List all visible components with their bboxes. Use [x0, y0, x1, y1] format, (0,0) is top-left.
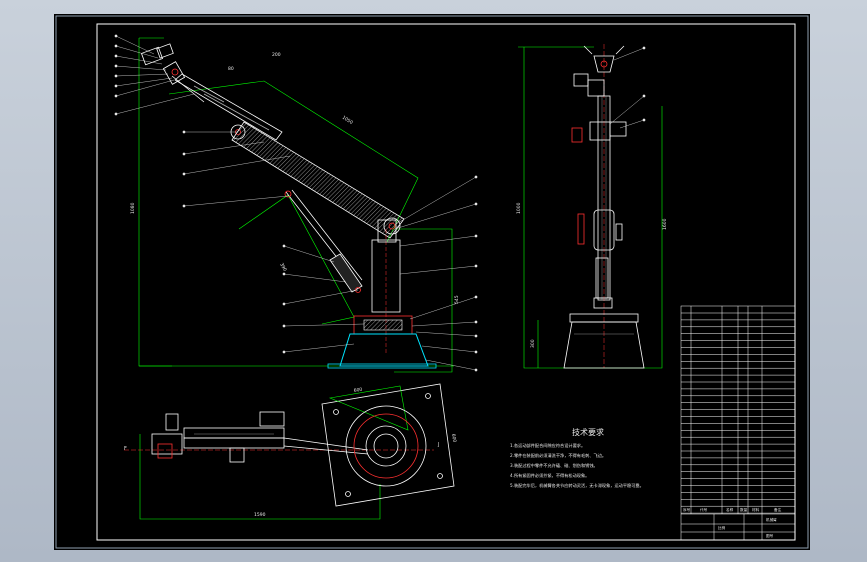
drawing-border — [96, 23, 796, 541]
title-label-code: 代号 — [700, 507, 708, 512]
technical-requirement-5: 5.装配完毕后，机械臂各关节应转动灵活，无卡滞现象，运动平稳可靠。 — [510, 482, 644, 489]
technical-requirement-3: 3.装配过程中零件不允许磕、碰、划伤和锈蚀。 — [510, 462, 598, 469]
dim-overall-height: 1080 — [130, 202, 136, 214]
dim-side-base: 300 — [530, 339, 536, 348]
bolt-hole-3 — [437, 473, 443, 479]
dim-side-column: 1000 — [516, 202, 522, 214]
side-arm-column — [571, 95, 627, 309]
title-label-name: 名称 — [726, 507, 734, 512]
side-view-callouts — [609, 46, 646, 129]
drawing-sheet[interactable]: 1080 1050 390 545 80 200 1000 1600 300 F… — [54, 14, 810, 550]
section-mark-f: F — [124, 446, 127, 452]
dim-base-depth: 600 — [450, 433, 457, 443]
turntable-inner-ring — [353, 413, 419, 479]
dim-gripper-offset: 80 — [228, 66, 234, 72]
technical-requirements: 技术要求 1.各运动部件配合间隙应符合设计要求。 2.零件在装配前必须清洗干净，… — [510, 427, 644, 489]
title-label-scale: 比例 — [718, 525, 726, 530]
turntable-outer-ring — [345, 405, 427, 487]
title-label-drawing-no: 图号 — [766, 533, 774, 538]
title-block — [681, 513, 795, 540]
part-callouts-right — [395, 175, 478, 372]
cad-viewport[interactable]: 1080 1050 390 545 80 200 1000 1600 300 F… — [0, 0, 867, 562]
forearm-link — [174, 73, 283, 141]
top-view: F J 1590 600 600 — [124, 383, 457, 520]
turntable-core — [365, 425, 407, 467]
parts-list-table — [680, 305, 796, 541]
sheet-outer-frame — [55, 15, 809, 549]
pedestal-base — [339, 333, 429, 367]
column-dimension-line — [394, 228, 453, 373]
dim-side-overall: 1600 — [662, 218, 668, 230]
dim-top-length: 1590 — [254, 512, 266, 518]
bolt-hole-1 — [333, 409, 339, 415]
dim-shoulder-offset: 200 — [272, 52, 281, 58]
technical-requirement-2: 2.零件在装配前必须清洗干净，不得有毛刺、飞边。 — [510, 452, 606, 459]
technical-requirements-title: 技术要求 — [572, 427, 604, 437]
height-dimension-line — [138, 38, 172, 367]
drawing-title: 机械臂 — [766, 517, 777, 522]
technical-requirement-1: 1.各运动部件配合间隙应符合设计要求。 — [510, 442, 585, 449]
rotated-base-plate — [321, 383, 455, 507]
title-label-material: 材料 — [752, 507, 760, 512]
section-mark-j: J — [437, 442, 439, 448]
bolt-hole-2 — [425, 393, 431, 399]
front-view — [138, 37, 454, 373]
top-view-base — [321, 383, 455, 507]
base-dimension-frame — [328, 385, 409, 431]
dim-upper-arm-length: 1050 — [341, 115, 354, 126]
drawing-canvas: 1080 1050 390 545 80 200 1000 1600 300 F… — [55, 15, 809, 549]
turntable-gear — [363, 319, 403, 331]
side-view: 1000 1600 300 — [516, 44, 668, 369]
turntable-hub — [373, 433, 399, 459]
top-view-arm — [151, 411, 369, 463]
dim-lower-arm-length: 390 — [278, 262, 288, 273]
technical-requirement-4: 4.所有紧固件必须拧紧，不得有松动现象。 — [510, 472, 589, 479]
title-label-remarks: 备注 — [774, 507, 782, 512]
bolt-hole-4 — [345, 491, 351, 497]
dim-column-height: 545 — [454, 295, 460, 304]
title-block-labels: 序号 代号 名称 数量 材料 备注 机械臂 比例 图号 — [683, 507, 782, 538]
title-label-index: 序号 — [683, 507, 691, 512]
side-view-dimension-frame — [523, 47, 663, 369]
title-label-qty: 数量 — [740, 507, 748, 512]
side-gripper — [573, 45, 625, 97]
